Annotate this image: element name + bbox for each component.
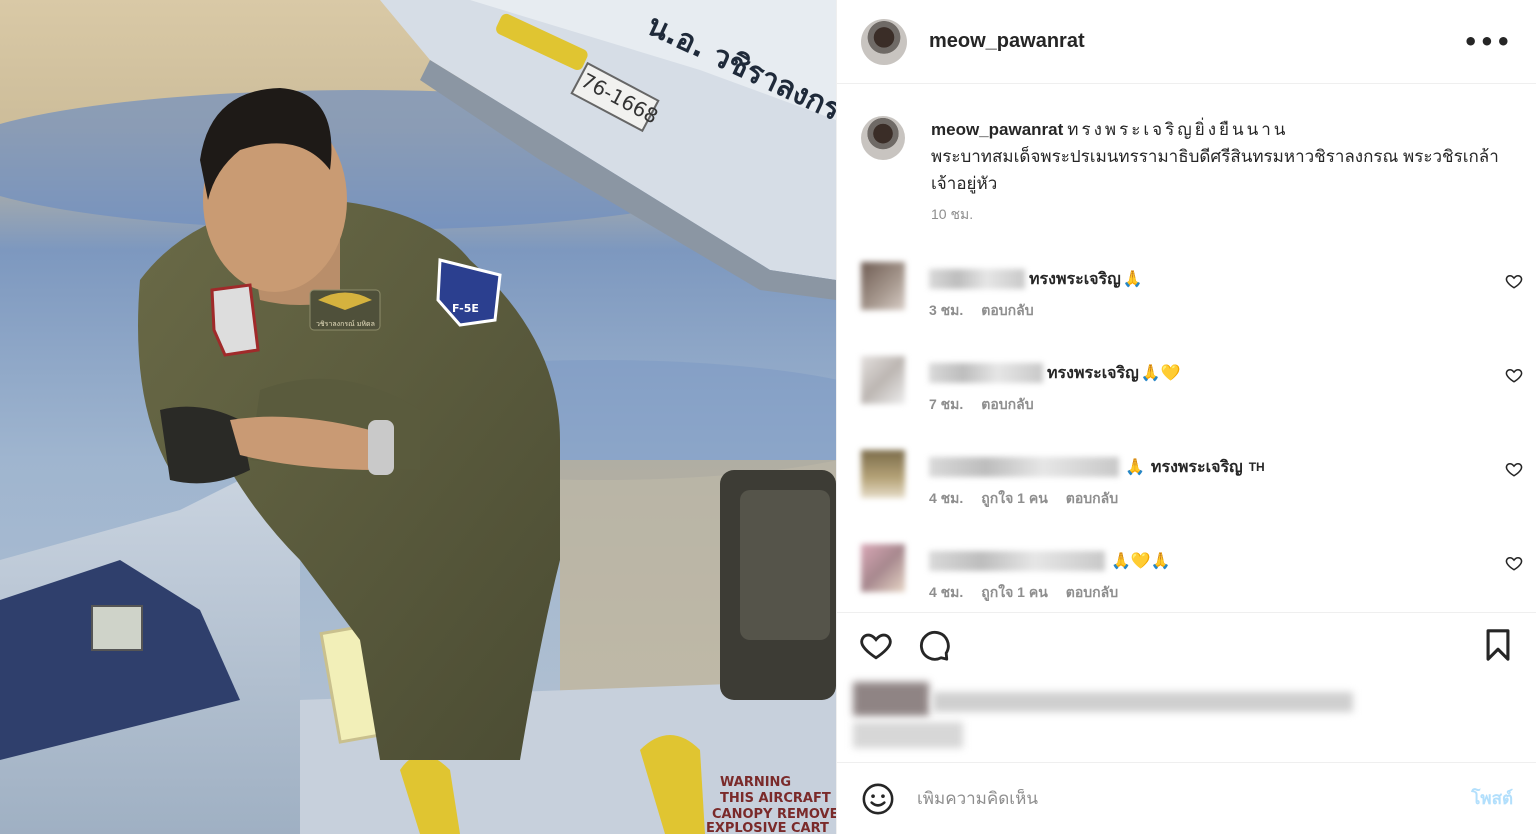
- post-comment-button[interactable]: โพสต์: [1471, 785, 1513, 812]
- instagram-post: 76-1668 น.อ. วชิราลงกรณ์ WARNING THIS AI…: [0, 0, 1536, 834]
- pilot-photo-illustration: 76-1668 น.อ. วชิราลงกรณ์ WARNING THIS AI…: [0, 0, 836, 834]
- caption-title: ทรงพระเจริญยิ่งยืนนาน: [1067, 120, 1289, 139]
- comment-time[interactable]: 3 ชม.: [929, 300, 963, 322]
- comment-body: ทรงพระเจริญ 🙏 3 ชม. ตอบกลับ: [929, 266, 1143, 344]
- comment-item: 🙏 ทรงพระเจริญ TH 4 ชม. ถูกใจ 1 คน ตอบกลั…: [837, 438, 1536, 532]
- header-username[interactable]: meow_pawanrat: [929, 30, 1085, 53]
- comment-text: ทรงพระเจริญ: [1047, 364, 1139, 382]
- reply-button[interactable]: ตอบกลับ: [1066, 582, 1118, 604]
- blurred-username[interactable]: [929, 363, 1043, 383]
- comment-body: 🙏 ทรงพระเจริญ TH 4 ชม. ถูกใจ 1 คน ตอบกลั…: [929, 454, 1265, 532]
- comment-avatar[interactable]: [861, 262, 905, 310]
- name-tag-text: วชิราลงกรณ์ มหิดล: [316, 320, 375, 328]
- reply-button[interactable]: ตอบกลับ: [981, 394, 1033, 416]
- blurred-username[interactable]: [929, 457, 1119, 477]
- post-side-panel: meow_pawanrat ••• meow_pawanrat ทรงพระเจร…: [836, 0, 1536, 834]
- comment-heart-icon[interactable]: [1505, 460, 1523, 478]
- comment-emoji: 🙏💛🙏: [1111, 553, 1171, 570]
- comment-heart-icon[interactable]: [1505, 366, 1523, 384]
- reply-button[interactable]: ตอบกลับ: [981, 300, 1033, 322]
- avatar[interactable]: [861, 18, 907, 65]
- caption-username[interactable]: meow_pawanrat: [931, 120, 1063, 139]
- caption-avatar[interactable]: [861, 116, 905, 160]
- comment-icon[interactable]: [917, 628, 951, 662]
- comment-time[interactable]: 4 ชม.: [929, 582, 963, 604]
- comment-likes[interactable]: ถูกใจ 1 คน: [981, 582, 1048, 604]
- smiley-icon[interactable]: [861, 782, 895, 816]
- comment-emoji: 🙏: [1125, 459, 1145, 476]
- comment-avatar[interactable]: [861, 544, 905, 592]
- comment-item: ทรงพระเจริญ 🙏💛 7 ชม. ตอบกลับ: [837, 344, 1536, 438]
- warning-line-1: WARNING: [720, 775, 791, 790]
- comment-time[interactable]: 4 ชม.: [929, 488, 963, 510]
- comment-input[interactable]: [917, 788, 1437, 809]
- comment-emoji: 🙏💛: [1140, 365, 1181, 382]
- comment-text: ทรงพระเจริญ: [1150, 458, 1243, 476]
- caption-body: meow_pawanrat ทรงพระเจริญยิ่งยืนนาน พระบา…: [931, 116, 1511, 228]
- more-options-icon[interactable]: •••: [1463, 28, 1512, 56]
- comment-body: ทรงพระเจริญ 🙏💛 7 ชม. ตอบกลับ: [929, 360, 1181, 438]
- warning-line-3: CANOPY REMOVER: [712, 807, 836, 822]
- warning-line-4: EXPLOSIVE CART: [706, 821, 829, 834]
- comment-avatar[interactable]: [861, 356, 905, 404]
- caption-text: พระบาทสมเด็จพระปรเมนทรรามาธิบดีศรีสินทรม…: [931, 147, 1499, 193]
- comment-text: ทรงพระเจริญ: [1029, 270, 1121, 288]
- comment-avatar[interactable]: [861, 450, 905, 498]
- add-comment-bar: โพสต์: [837, 762, 1536, 834]
- comment-suffix: TH: [1248, 460, 1265, 474]
- action-bar: [837, 612, 1536, 676]
- blurred-username[interactable]: [929, 551, 1105, 571]
- reply-button[interactable]: ตอบกลับ: [1066, 488, 1118, 510]
- bookmark-icon[interactable]: [1481, 628, 1515, 662]
- heart-icon[interactable]: [859, 628, 893, 662]
- blurred-username[interactable]: [929, 269, 1025, 289]
- f5e-patch-text: F-5E: [452, 302, 479, 315]
- post-photo[interactable]: 76-1668 น.อ. วชิราลงกรณ์ WARNING THIS AI…: [0, 0, 836, 834]
- caption: meow_pawanrat ทรงพระเจริญยิ่งยืนนาน พระบา…: [837, 84, 1536, 228]
- comment-list: ทรงพระเจริญ 🙏 3 ชม. ตอบกลับ ทรงพระเจริญ …: [837, 250, 1536, 626]
- comment-item: ทรงพระเจริญ 🙏 3 ชม. ตอบกลับ: [837, 250, 1536, 344]
- post-header: meow_pawanrat •••: [837, 0, 1536, 84]
- comment-heart-icon[interactable]: [1505, 272, 1523, 290]
- comment-emoji: 🙏: [1122, 271, 1143, 288]
- comment-heart-icon[interactable]: [1505, 554, 1523, 572]
- caption-time[interactable]: 10 ชม.: [931, 201, 1511, 228]
- comment-likes[interactable]: ถูกใจ 1 คน: [981, 488, 1048, 510]
- warning-line-2: THIS AIRCRAFT: [720, 791, 831, 806]
- likes-summary-blurred[interactable]: [853, 678, 1363, 754]
- comment-time[interactable]: 7 ชม.: [929, 394, 963, 416]
